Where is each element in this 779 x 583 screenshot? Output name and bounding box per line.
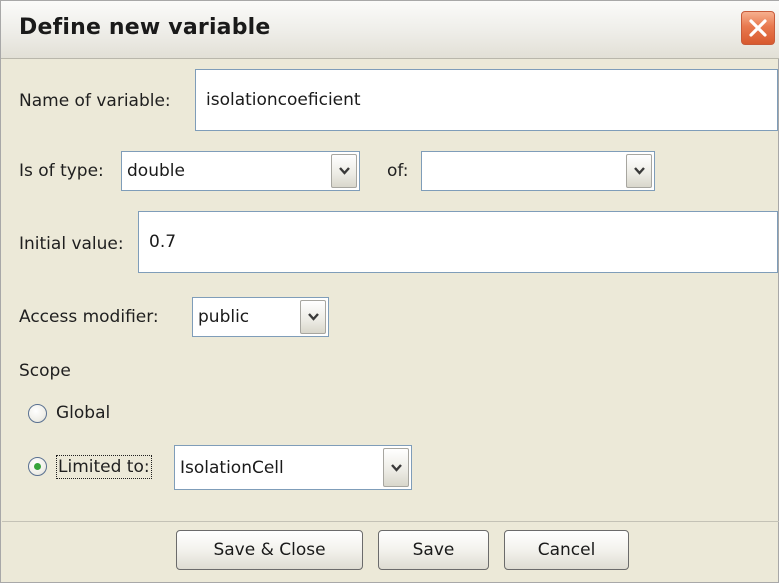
initial-value-label: Initial value: (19, 234, 124, 254)
dialog-title: Define new variable (19, 15, 271, 40)
chevron-down-icon (634, 167, 645, 175)
limited-to-label[interactable]: Limited to: (56, 455, 152, 479)
chevron-down-icon (339, 167, 350, 175)
button-bar-divider (2, 521, 779, 522)
save-button[interactable]: Save (378, 530, 489, 570)
type-dropdown[interactable]: double (121, 151, 360, 191)
limited-to-dropdown[interactable]: IsolationCell (174, 445, 412, 490)
access-modifier-label: Access modifier: (19, 307, 159, 327)
type-label: Is of type: (19, 161, 104, 181)
chevron-down-icon (391, 463, 402, 472)
close-icon (749, 19, 767, 37)
radio-selected-dot (34, 463, 41, 470)
name-label: Name of variable: (19, 91, 171, 111)
of-dropdown-arrow[interactable] (626, 154, 652, 188)
save-close-button[interactable]: Save & Close (176, 530, 363, 570)
type-value: double (127, 161, 185, 181)
chevron-down-icon (308, 313, 319, 321)
initial-value-input[interactable] (138, 211, 778, 273)
type-dropdown-arrow[interactable] (331, 154, 357, 188)
of-label: of: (387, 161, 409, 181)
title-bar[interactable]: Define new variable (1, 1, 779, 59)
cancel-button[interactable]: Cancel (504, 530, 629, 570)
limited-dropdown-arrow[interactable] (383, 448, 409, 487)
close-button[interactable] (741, 11, 775, 45)
access-modifier-value: public (198, 307, 250, 327)
limited-to-value: IsolationCell (180, 457, 284, 478)
scope-label: Scope (19, 361, 71, 381)
define-variable-dialog: Define new variable Name of variable: Is… (0, 0, 779, 583)
variable-name-input[interactable] (195, 69, 778, 131)
limited-to-radio[interactable] (28, 457, 47, 476)
access-dropdown-arrow[interactable] (300, 300, 326, 334)
of-dropdown[interactable] (421, 151, 655, 191)
access-modifier-dropdown[interactable]: public (192, 297, 329, 337)
global-radio[interactable] (28, 404, 47, 423)
global-label[interactable]: Global (56, 403, 110, 423)
